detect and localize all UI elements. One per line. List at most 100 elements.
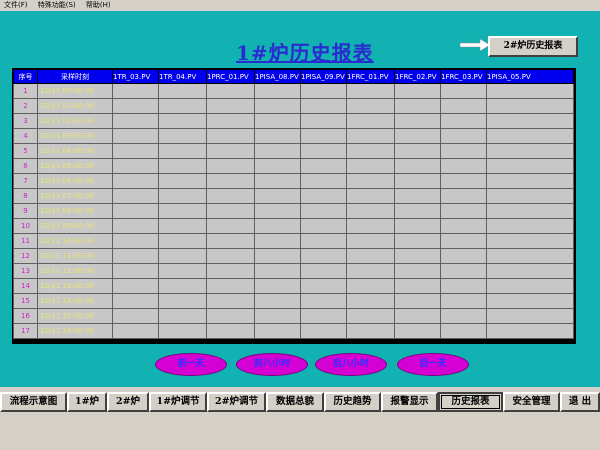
data-cell xyxy=(346,278,395,294)
data-cell xyxy=(254,113,301,129)
next-day-button[interactable]: 后一天 xyxy=(397,353,469,376)
sample-time: 10/11 03:00:00 xyxy=(37,128,113,144)
data-cell xyxy=(486,98,574,114)
data-cell xyxy=(346,218,395,234)
data-cell xyxy=(112,233,159,249)
data-cell xyxy=(112,113,159,129)
tb-furnace-2[interactable]: 2#炉 xyxy=(107,392,149,412)
data-cell xyxy=(206,143,255,159)
arrow-right-icon xyxy=(460,39,490,51)
data-cell xyxy=(158,143,207,159)
data-cell xyxy=(112,98,159,114)
data-cell xyxy=(158,173,207,189)
tb-alarm-display[interactable]: 报警显示 xyxy=(381,392,438,412)
data-cell xyxy=(254,188,301,204)
data-cell xyxy=(158,308,207,324)
data-cell xyxy=(394,248,441,264)
data-cell xyxy=(206,278,255,294)
data-cell xyxy=(158,128,207,144)
data-cell xyxy=(206,98,255,114)
data-cell xyxy=(300,203,347,219)
tb-data-overview[interactable]: 数据总貌 xyxy=(266,392,324,412)
data-cell xyxy=(394,113,441,129)
data-cell xyxy=(394,143,441,159)
row-index: 14 xyxy=(13,278,38,294)
data-cell xyxy=(206,263,255,279)
table-row: 9 10/11 08:00:00 xyxy=(13,203,574,219)
data-cell xyxy=(394,233,441,249)
prev-day-button[interactable]: 前一天 xyxy=(155,353,227,376)
data-cell xyxy=(394,188,441,204)
row-index: 1 xyxy=(13,83,38,99)
data-cell xyxy=(440,173,487,189)
tb-exit[interactable]: 退 出 xyxy=(560,392,600,412)
data-cell xyxy=(440,83,487,99)
data-cell xyxy=(486,203,574,219)
tb-history-trend[interactable]: 历史趋势 xyxy=(324,392,381,412)
data-cell xyxy=(440,263,487,279)
goto-2-furnace-report-button[interactable]: 2#炉历史报表 xyxy=(488,36,578,57)
data-cell xyxy=(346,98,395,114)
tb-furnace-2-adjust[interactable]: 2#炉调节 xyxy=(207,392,266,412)
prev-8h-button[interactable]: 前八小时 xyxy=(236,353,308,376)
tb-history-report[interactable]: 历史报表 xyxy=(438,392,503,412)
page-title: 1#炉历史报表 xyxy=(236,41,374,65)
data-cell xyxy=(254,263,301,279)
table-row: 6 10/11 05:00:00 xyxy=(13,158,574,174)
row-index: 2 xyxy=(13,98,38,114)
data-cell xyxy=(394,293,441,309)
sample-time: 10/11 08:00:00 xyxy=(37,203,113,219)
data-cell xyxy=(394,278,441,294)
data-cell xyxy=(254,278,301,294)
data-cell xyxy=(300,83,347,99)
data-cell xyxy=(112,203,159,219)
column-header: 1PISA_08.PV xyxy=(254,69,301,84)
tb-furnace-1-adjust[interactable]: 1#炉调节 xyxy=(149,392,207,412)
column-header: 1TR_03.PV xyxy=(112,69,159,84)
table-row: 14 10/11 13:00:00 xyxy=(13,278,574,294)
menu-special[interactable]: 特殊功能(S) xyxy=(38,1,76,9)
data-cell xyxy=(112,323,159,339)
data-cell xyxy=(440,308,487,324)
row-index: 4 xyxy=(13,128,38,144)
data-cell xyxy=(346,248,395,264)
menu-help[interactable]: 帮助(H) xyxy=(86,1,111,9)
table-row: 15 10/11 14:00:00 xyxy=(13,293,574,309)
row-index: 10 xyxy=(13,218,38,234)
row-index: 6 xyxy=(13,158,38,174)
tb-security[interactable]: 安全管理 xyxy=(503,392,560,412)
data-cell xyxy=(112,158,159,174)
data-cell xyxy=(206,308,255,324)
data-cell xyxy=(394,158,441,174)
column-header: 1TR_04.PV xyxy=(158,69,207,84)
data-cell xyxy=(206,188,255,204)
data-cell xyxy=(254,323,301,339)
data-cell xyxy=(254,293,301,309)
data-cell xyxy=(254,218,301,234)
table-row: 3 10/11 02:00:00 xyxy=(13,113,574,129)
data-cell xyxy=(346,113,395,129)
data-cell xyxy=(300,158,347,174)
data-cell xyxy=(112,308,159,324)
sample-time: 10/11 09:00:00 xyxy=(37,218,113,234)
tb-furnace-1[interactable]: 1#炉 xyxy=(67,392,107,412)
data-cell xyxy=(254,203,301,219)
history-table-frame: 序号 采样时刻 1TR_03.PV 1TR_04.PV 1PRC_01.PV 1PISA_… xyxy=(12,68,576,344)
data-cell xyxy=(394,308,441,324)
data-cell xyxy=(394,218,441,234)
tb-flow-diagram[interactable]: 流程示意图 xyxy=(0,392,67,412)
row-index: 9 xyxy=(13,203,38,219)
data-cell xyxy=(112,188,159,204)
data-cell xyxy=(206,323,255,339)
data-cell xyxy=(206,83,255,99)
row-index: 3 xyxy=(13,113,38,129)
menu-file[interactable]: 文件(F) xyxy=(4,1,28,9)
row-index: 8 xyxy=(13,188,38,204)
data-cell xyxy=(300,323,347,339)
data-cell xyxy=(394,323,441,339)
table-row: 4 10/11 03:00:00 xyxy=(13,128,574,144)
next-8h-button[interactable]: 后八小时 xyxy=(315,353,387,376)
row-index: 12 xyxy=(13,248,38,264)
data-cell xyxy=(346,233,395,249)
data-cell xyxy=(206,293,255,309)
